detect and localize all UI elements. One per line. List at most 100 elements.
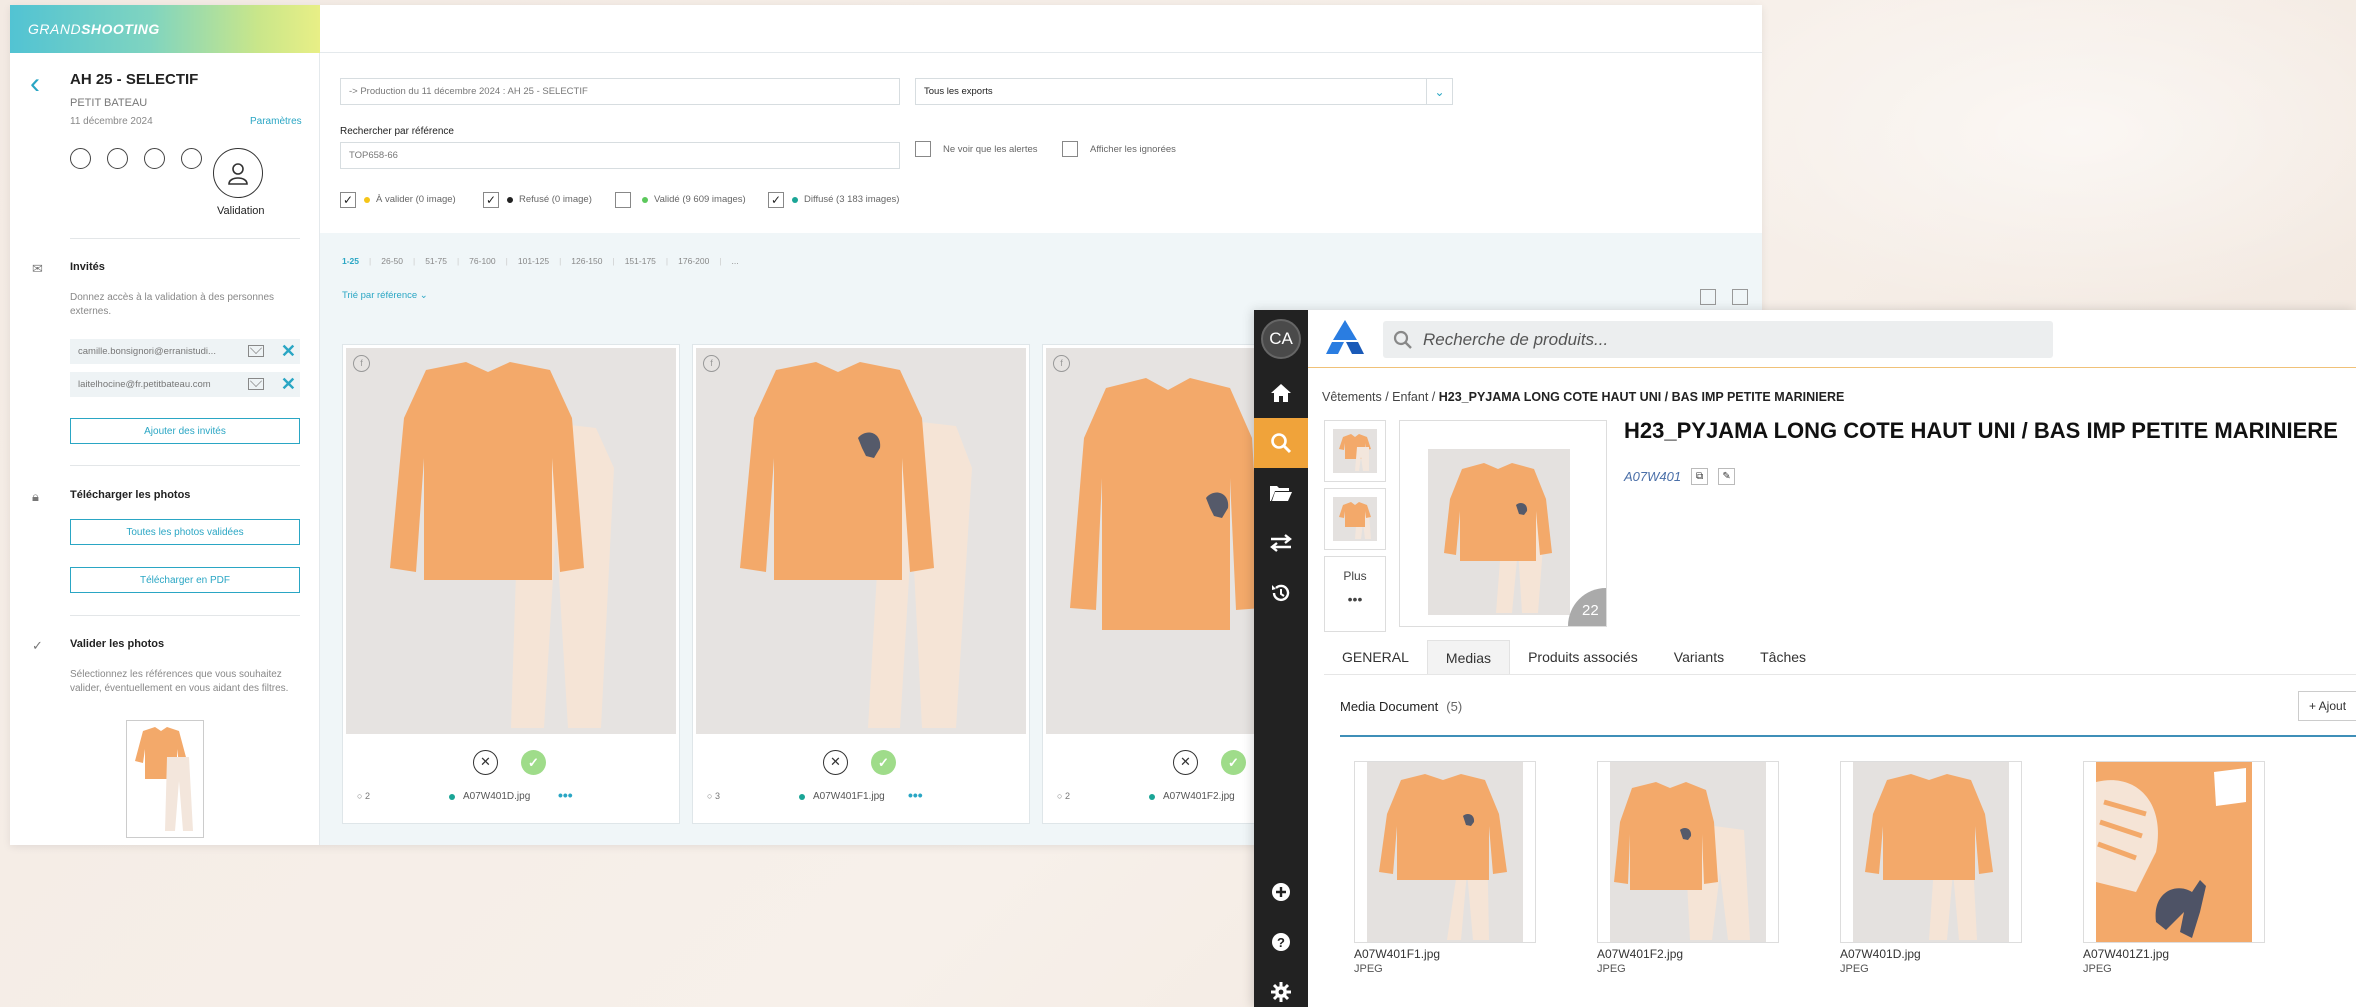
alerts-checkbox[interactable] <box>915 141 931 157</box>
breadcrumb-path[interactable]: Vêtements / Enfant / <box>1322 390 1439 404</box>
media-item[interactable]: A07W401D.jpg JPEG <box>1840 761 2022 975</box>
product-thumbnail[interactable] <box>1324 420 1386 482</box>
media-filename: A07W401F1.jpg <box>1354 947 1441 961</box>
step-circle[interactable] <box>181 148 202 169</box>
avatar[interactable]: CA <box>1261 319 1301 359</box>
tab-general[interactable]: GENERAL <box>1324 640 1427 674</box>
main-product-image[interactable]: 22 <box>1399 420 1607 627</box>
media-item[interactable]: A07W401Z1.jpg JPEG <box>2083 761 2265 975</box>
mail-icon[interactable] <box>248 378 264 390</box>
remove-icon[interactable]: ✕ <box>281 341 296 361</box>
status-dot <box>449 793 455 800</box>
page-link[interactable]: 51-75 <box>425 256 447 266</box>
media-item[interactable]: A07W401F2.jpg JPEG <box>1597 761 1779 975</box>
tab-related-products[interactable]: Produits associés <box>1510 640 1656 674</box>
status-dot <box>792 196 798 203</box>
step-circle[interactable] <box>144 148 165 169</box>
reference-search-input[interactable]: TOP658-66 <box>340 142 900 169</box>
more-options-icon[interactable]: ••• <box>558 787 573 803</box>
production-select[interactable]: -> Production du 11 décembre 2024 : AH 2… <box>340 78 900 105</box>
folder-icon[interactable] <box>1254 468 1308 518</box>
mail-icon[interactable] <box>248 345 264 357</box>
media-section-title: Media Document (5) <box>1340 699 1462 714</box>
chevron-down-icon[interactable]: ⌄ <box>1426 79 1452 104</box>
page-link[interactable]: 26-50 <box>381 256 403 266</box>
more-options-icon[interactable]: ••• <box>908 787 923 803</box>
photo-image[interactable] <box>696 348 1026 734</box>
app-logo[interactable]: GRAND SHOOTING <box>10 5 320 53</box>
gear-icon[interactable] <box>1254 967 1308 1007</box>
page-link[interactable]: 176-200 <box>678 256 709 266</box>
photo-image[interactable] <box>346 348 676 734</box>
comment-count[interactable]: ○ 2 <box>1057 791 1070 801</box>
reject-button[interactable]: ✕ <box>823 750 848 775</box>
step-circle[interactable] <box>70 148 91 169</box>
status-dot <box>507 196 513 203</box>
exports-select[interactable]: Tous les exports ⌄ <box>915 78 1453 105</box>
approve-button[interactable]: ✓ <box>521 750 546 775</box>
status-checkbox-validated[interactable] <box>615 192 631 208</box>
remove-icon[interactable]: ✕ <box>281 374 296 394</box>
transfer-icon[interactable] <box>1254 518 1308 568</box>
tab-tasks[interactable]: Tâches <box>1742 640 1824 674</box>
sort-dropdown[interactable]: Trié par référence ⌄ <box>342 290 428 301</box>
media-item[interactable]: A07W401F1.jpg JPEG <box>1354 761 1536 975</box>
validation-step[interactable] <box>213 148 263 198</box>
edit-icon[interactable]: ✎ <box>1718 468 1736 485</box>
home-icon[interactable] <box>1254 368 1308 418</box>
add-media-button[interactable]: + Ajout <box>2298 691 2356 721</box>
selected-thumbnail[interactable] <box>126 720 204 838</box>
invite-icon: ✉ <box>32 261 43 276</box>
copy-icon[interactable]: ⧉ <box>1691 468 1709 485</box>
step-circle[interactable] <box>107 148 128 169</box>
media-thumbnail[interactable] <box>1840 761 2022 943</box>
comment-count[interactable]: ○ 3 <box>707 791 720 801</box>
media-thumbnail[interactable] <box>1354 761 1536 943</box>
history-icon[interactable] <box>1254 568 1308 618</box>
invite-email: laitelhocine@fr.petitbateau.com <box>78 379 211 390</box>
list-view-icon[interactable] <box>1732 289 1748 305</box>
media-thumbnail[interactable] <box>2083 761 2265 943</box>
lock-icon: 🔒︎ <box>32 489 39 504</box>
tab-medias[interactable]: Medias <box>1426 640 1511 674</box>
reject-button[interactable]: ✕ <box>473 750 498 775</box>
page-link[interactable]: 76-100 <box>469 256 495 266</box>
status-checkbox-refused[interactable]: ✓ <box>483 192 499 208</box>
media-thumbnail[interactable] <box>1597 761 1779 943</box>
more-images-button[interactable]: Plus ••• <box>1324 556 1386 632</box>
search-nav-icon[interactable] <box>1254 418 1308 468</box>
product-search-input[interactable]: Recherche de produits... <box>1383 321 2053 358</box>
help-icon[interactable]: ? <box>1254 917 1308 967</box>
comment-count[interactable]: ○ 2 <box>357 791 370 801</box>
photo-card[interactable]: f ✕ ✓ ○ 3 A07W401F1.jpg ••• <box>692 344 1030 824</box>
favorite-icon[interactable]: f <box>1053 355 1070 372</box>
page-link[interactable]: 126-150 <box>571 256 602 266</box>
status-checkbox-published[interactable]: ✓ <box>768 192 784 208</box>
download-all-button[interactable]: Toutes les photos validées <box>70 519 300 545</box>
favorite-icon[interactable]: f <box>353 355 370 372</box>
back-arrow-icon[interactable]: ‹ <box>30 69 54 99</box>
tab-variants[interactable]: Variants <box>1656 640 1742 674</box>
grid-view-icon[interactable] <box>1700 289 1716 305</box>
download-title: Télécharger les photos <box>70 489 191 501</box>
status-dot <box>364 196 370 203</box>
status-checkbox-to-validate[interactable]: ✓ <box>340 192 356 208</box>
favorite-icon[interactable]: f <box>703 355 720 372</box>
logo-light: GRAND <box>28 21 82 37</box>
add-circle-icon[interactable] <box>1254 867 1308 917</box>
page-link[interactable]: 101-125 <box>518 256 549 266</box>
page-link[interactable]: 1-25 <box>342 256 359 266</box>
photo-card[interactable]: f ✕ ✓ ○ 2 A07W401D.jpg ••• <box>342 344 680 824</box>
reject-button[interactable]: ✕ <box>1173 750 1198 775</box>
app-logo-icon[interactable] <box>1322 318 1368 360</box>
page-link[interactable]: ... <box>732 256 739 266</box>
ignored-checkbox[interactable] <box>1062 141 1078 157</box>
thumbnail-image <box>1333 429 1377 473</box>
download-pdf-button[interactable]: Télécharger en PDF <box>70 567 300 593</box>
params-link[interactable]: Paramètres <box>250 116 302 127</box>
approve-button[interactable]: ✓ <box>871 750 896 775</box>
product-thumbnail[interactable] <box>1324 488 1386 550</box>
page-link[interactable]: 151-175 <box>625 256 656 266</box>
add-invite-button[interactable]: Ajouter des invités <box>70 418 300 444</box>
approve-button[interactable]: ✓ <box>1221 750 1246 775</box>
